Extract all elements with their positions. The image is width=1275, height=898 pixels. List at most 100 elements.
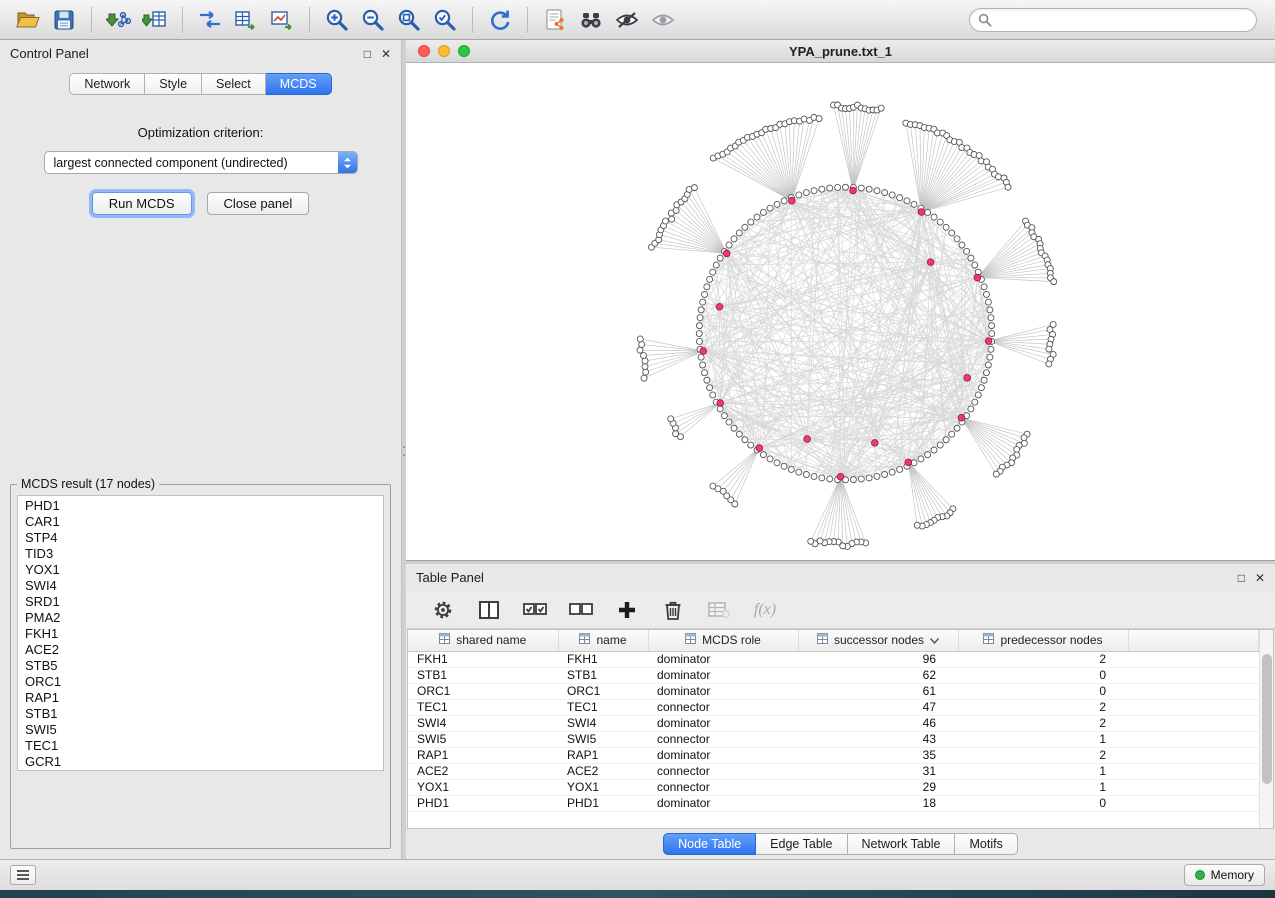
tab-network-table[interactable]: Network Table xyxy=(848,833,956,855)
search-network-icon[interactable] xyxy=(573,4,609,36)
table-cell: ORC1 xyxy=(408,683,558,699)
export-network-icon[interactable] xyxy=(192,4,228,36)
toolbar-separator xyxy=(182,7,183,33)
zoom-out-icon[interactable] xyxy=(355,4,391,36)
open-session-icon[interactable] xyxy=(10,4,46,36)
table-cell: 18 xyxy=(798,795,958,811)
table-row[interactable]: ORC1ORC1dominator610 xyxy=(408,683,1259,699)
table-row[interactable]: RAP1RAP1dominator352 xyxy=(408,747,1259,763)
mcds-result-list: PHD1CAR1STP4TID3YOX1SWI4SRD1PMA2FKH1ACE2… xyxy=(17,495,384,771)
tab-mcds[interactable]: MCDS xyxy=(266,73,332,95)
table-row[interactable]: SWI4SWI4dominator462 xyxy=(408,715,1259,731)
float-panel-icon[interactable]: □ xyxy=(1238,572,1245,584)
show-graphics-details-icon[interactable] xyxy=(645,4,681,36)
column-header-predecessor-nodes[interactable]: predecessor nodes xyxy=(958,630,1128,651)
combo-stepper-icon[interactable] xyxy=(338,152,357,173)
mcds-result-item[interactable]: RAP1 xyxy=(25,690,383,706)
column-header-successor-nodes[interactable]: successor nodes xyxy=(798,630,958,651)
table-scrollbar[interactable] xyxy=(1259,630,1273,828)
table-cell: connector xyxy=(648,763,798,779)
network-canvas[interactable] xyxy=(406,63,1275,560)
mcds-result-item[interactable]: SWI5 xyxy=(25,722,383,738)
toolbar-search xyxy=(969,8,1257,32)
add-column-icon[interactable] xyxy=(614,597,640,623)
mcds-result-item[interactable]: STB1 xyxy=(25,706,383,722)
tab-network[interactable]: Network xyxy=(69,73,145,95)
mcds-result-item[interactable]: ACE2 xyxy=(25,642,383,658)
mcds-result-item[interactable]: GCR1 xyxy=(25,754,383,770)
table-cell: 2 xyxy=(958,699,1128,715)
share-document-icon[interactable] xyxy=(537,4,573,36)
search-input[interactable] xyxy=(992,13,1248,27)
table-row[interactable]: TEC1TEC1connector472 xyxy=(408,699,1259,715)
close-panel-icon[interactable]: ✕ xyxy=(381,48,391,60)
table-cell: 47 xyxy=(798,699,958,715)
table-cell: RAP1 xyxy=(408,747,558,763)
memory-button[interactable]: Memory xyxy=(1184,864,1265,886)
float-panel-icon[interactable]: □ xyxy=(364,48,371,60)
mcds-result-item[interactable]: TEC1 xyxy=(25,738,383,754)
export-table-icon[interactable] xyxy=(228,4,264,36)
export-image-icon[interactable] xyxy=(264,4,300,36)
table-cell: 46 xyxy=(798,715,958,731)
mcds-result-item[interactable]: FKH1 xyxy=(25,626,383,642)
table-row[interactable]: SWI5SWI5connector431 xyxy=(408,731,1259,747)
zoom-fit-icon[interactable] xyxy=(391,4,427,36)
show-columns-icon[interactable] xyxy=(476,597,502,623)
mcds-result-item[interactable]: ORC1 xyxy=(25,674,383,690)
column-header-MCDS-role[interactable]: MCDS role xyxy=(648,630,798,651)
table-cell: SWI5 xyxy=(558,731,648,747)
mcds-result-item[interactable]: STP4 xyxy=(25,530,383,546)
table-cell: dominator xyxy=(648,667,798,683)
show-panel-list-icon[interactable] xyxy=(10,865,36,885)
refresh-icon[interactable] xyxy=(482,4,518,36)
column-sort-icon xyxy=(983,633,994,647)
table-row[interactable]: YOX1YOX1connector291 xyxy=(408,779,1259,795)
mcds-result-item[interactable]: TID3 xyxy=(25,546,383,562)
mcds-result-item[interactable]: PMA2 xyxy=(25,610,383,626)
search-icon xyxy=(978,13,992,27)
table-cell: SWI4 xyxy=(408,715,558,731)
mcds-result-item[interactable]: SRD1 xyxy=(25,594,383,610)
table-row[interactable]: STB1STB1dominator620 xyxy=(408,667,1259,683)
scrollbar-thumb[interactable] xyxy=(1262,654,1272,784)
tab-select[interactable]: Select xyxy=(202,73,266,95)
delete-column-trash-icon[interactable] xyxy=(660,597,686,623)
criterion-select[interactable]: largest connected component (undirected) xyxy=(44,151,358,174)
tab-node-table[interactable]: Node Table xyxy=(663,833,756,855)
mcds-result-item[interactable]: CAR1 xyxy=(25,514,383,530)
run-mcds-button[interactable]: Run MCDS xyxy=(92,192,192,215)
close-panel-icon[interactable]: ✕ xyxy=(1255,572,1265,584)
tab-style[interactable]: Style xyxy=(145,73,202,95)
table-row[interactable]: FKH1FKH1dominator962 xyxy=(408,651,1259,667)
column-sort-icon xyxy=(817,633,828,647)
mcds-result-item[interactable]: SWI4 xyxy=(25,578,383,594)
mcds-result-item[interactable]: PHD1 xyxy=(25,498,383,514)
table-panel-title: Table Panel xyxy=(416,570,484,585)
control-panel-tabs: NetworkStyleSelectMCDS xyxy=(0,73,401,95)
tab-edge-table[interactable]: Edge Table xyxy=(756,833,847,855)
column-header-shared-name[interactable]: shared name xyxy=(408,630,558,651)
import-network-from-file-icon[interactable] xyxy=(101,4,137,36)
table-row[interactable]: PHD1PHD1dominator180 xyxy=(408,795,1259,811)
table-settings-gear-icon[interactable] xyxy=(430,597,456,623)
table-cell: 62 xyxy=(798,667,958,683)
import-table-from-file-icon[interactable] xyxy=(137,4,173,36)
table-header-row[interactable]: shared namenameMCDS rolesuccessor nodesp… xyxy=(408,630,1259,651)
column-header-name[interactable]: name xyxy=(558,630,648,651)
mcds-result-item[interactable]: YOX1 xyxy=(25,562,383,578)
mcds-result-item[interactable]: STB5 xyxy=(25,658,383,674)
save-session-icon[interactable] xyxy=(46,4,82,36)
zoom-selected-icon[interactable] xyxy=(427,4,463,36)
hide-graphics-details-icon[interactable] xyxy=(609,4,645,36)
tab-motifs[interactable]: Motifs xyxy=(955,833,1017,855)
table-cell: connector xyxy=(648,779,798,795)
table-cell: FKH1 xyxy=(408,651,558,667)
select-all-icon[interactable] xyxy=(522,597,548,623)
memory-status-icon xyxy=(1195,870,1205,880)
close-panel-button[interactable]: Close panel xyxy=(207,192,310,215)
deselect-all-icon[interactable] xyxy=(568,597,594,623)
table-row[interactable]: ACE2ACE2connector311 xyxy=(408,763,1259,779)
zoom-in-icon[interactable] xyxy=(319,4,355,36)
node-table: shared namenameMCDS rolesuccessor nodesp… xyxy=(408,630,1259,812)
